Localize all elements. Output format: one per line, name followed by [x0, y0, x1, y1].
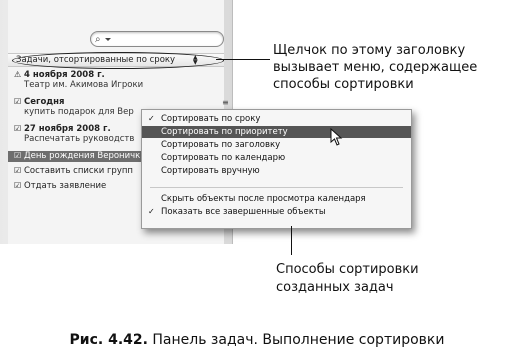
menu-item-sort-by-title[interactable]: Сортировать по заголовку: [142, 139, 411, 151]
search-icon: ⌕: [95, 34, 101, 45]
mouse-pointer-icon: [330, 128, 343, 146]
callout-leader-top: [216, 59, 270, 60]
checkbox-icon: ☑: [14, 151, 22, 160]
caption-text: Панель задач. Выполнение сортировки: [152, 332, 445, 348]
sort-popup-menu: ✓ Сортировать по сроку Сортировать по при…: [141, 109, 412, 229]
warning-icon: ⚠: [14, 70, 22, 79]
figure-caption: Рис. 4.42. Панель задач. Выполнение сорт…: [0, 332, 514, 348]
menu-item-hide-after-due[interactable]: Скрыть объекты после просмотра календаря: [142, 193, 411, 205]
task-item[interactable]: ☑ Отдать заявление: [14, 181, 106, 191]
caption-number: Рис. 4.42.: [69, 332, 148, 348]
menu-item-sort-by-priority[interactable]: Сортировать по приоритету: [142, 126, 411, 138]
task-item[interactable]: Театр им. Акимова Игроки: [24, 80, 143, 90]
highlight-ellipse: [12, 52, 224, 69]
callout-leader-bottom: [291, 226, 292, 255]
task-item[interactable]: Распечатать руководств: [24, 134, 134, 144]
checkbox-icon: ☑: [14, 166, 22, 175]
search-field[interactable]: ⌕: [90, 31, 224, 47]
menu-item-sort-by-calendar[interactable]: Сортировать по календарю: [142, 152, 411, 164]
chevron-down-icon: [105, 38, 111, 41]
task-date-group[interactable]: ☑ Сегодня: [14, 97, 64, 107]
menu-item-show-completed[interactable]: ✓ Показать все завершенные объекты: [142, 206, 411, 218]
callout-top-line-2: вызывает меню, содержащее: [273, 60, 478, 75]
task-item[interactable]: ☑ Составить списки групп: [14, 166, 133, 176]
menu-item-sort-by-due[interactable]: ✓ Сортировать по сроку: [142, 113, 411, 125]
checkbox-icon: ☑: [14, 124, 22, 133]
figure: ⌕ Задачи, отсортированные по сроку ▲ ▼ ⚠ 4…: [0, 0, 514, 364]
callout-bottom-line-2: созданных задач: [276, 280, 394, 295]
callout-top-line-3: способы сортировки: [273, 77, 414, 92]
checkbox-icon: ☑: [14, 97, 22, 106]
checkmark-icon: ✓: [148, 207, 155, 216]
menu-separator: [150, 187, 403, 188]
menu-item-sort-manually[interactable]: Сортировать вручную: [142, 165, 411, 177]
callout-bottom-line-1: Способы сортировки: [276, 262, 419, 277]
note-icon[interactable]: ≡: [222, 98, 229, 108]
task-date-group[interactable]: ☑ 27 ноября 2008 г.: [14, 124, 111, 134]
task-item[interactable]: купить подарок для Вер: [24, 107, 134, 117]
checkbox-icon: ☑: [14, 181, 22, 190]
callout-top-line-1: Щелчок по этому заголовку: [273, 43, 466, 58]
checkmark-icon: ✓: [148, 114, 155, 123]
task-date-group[interactable]: ⚠ 4 ноября 2008 г.: [14, 70, 105, 80]
